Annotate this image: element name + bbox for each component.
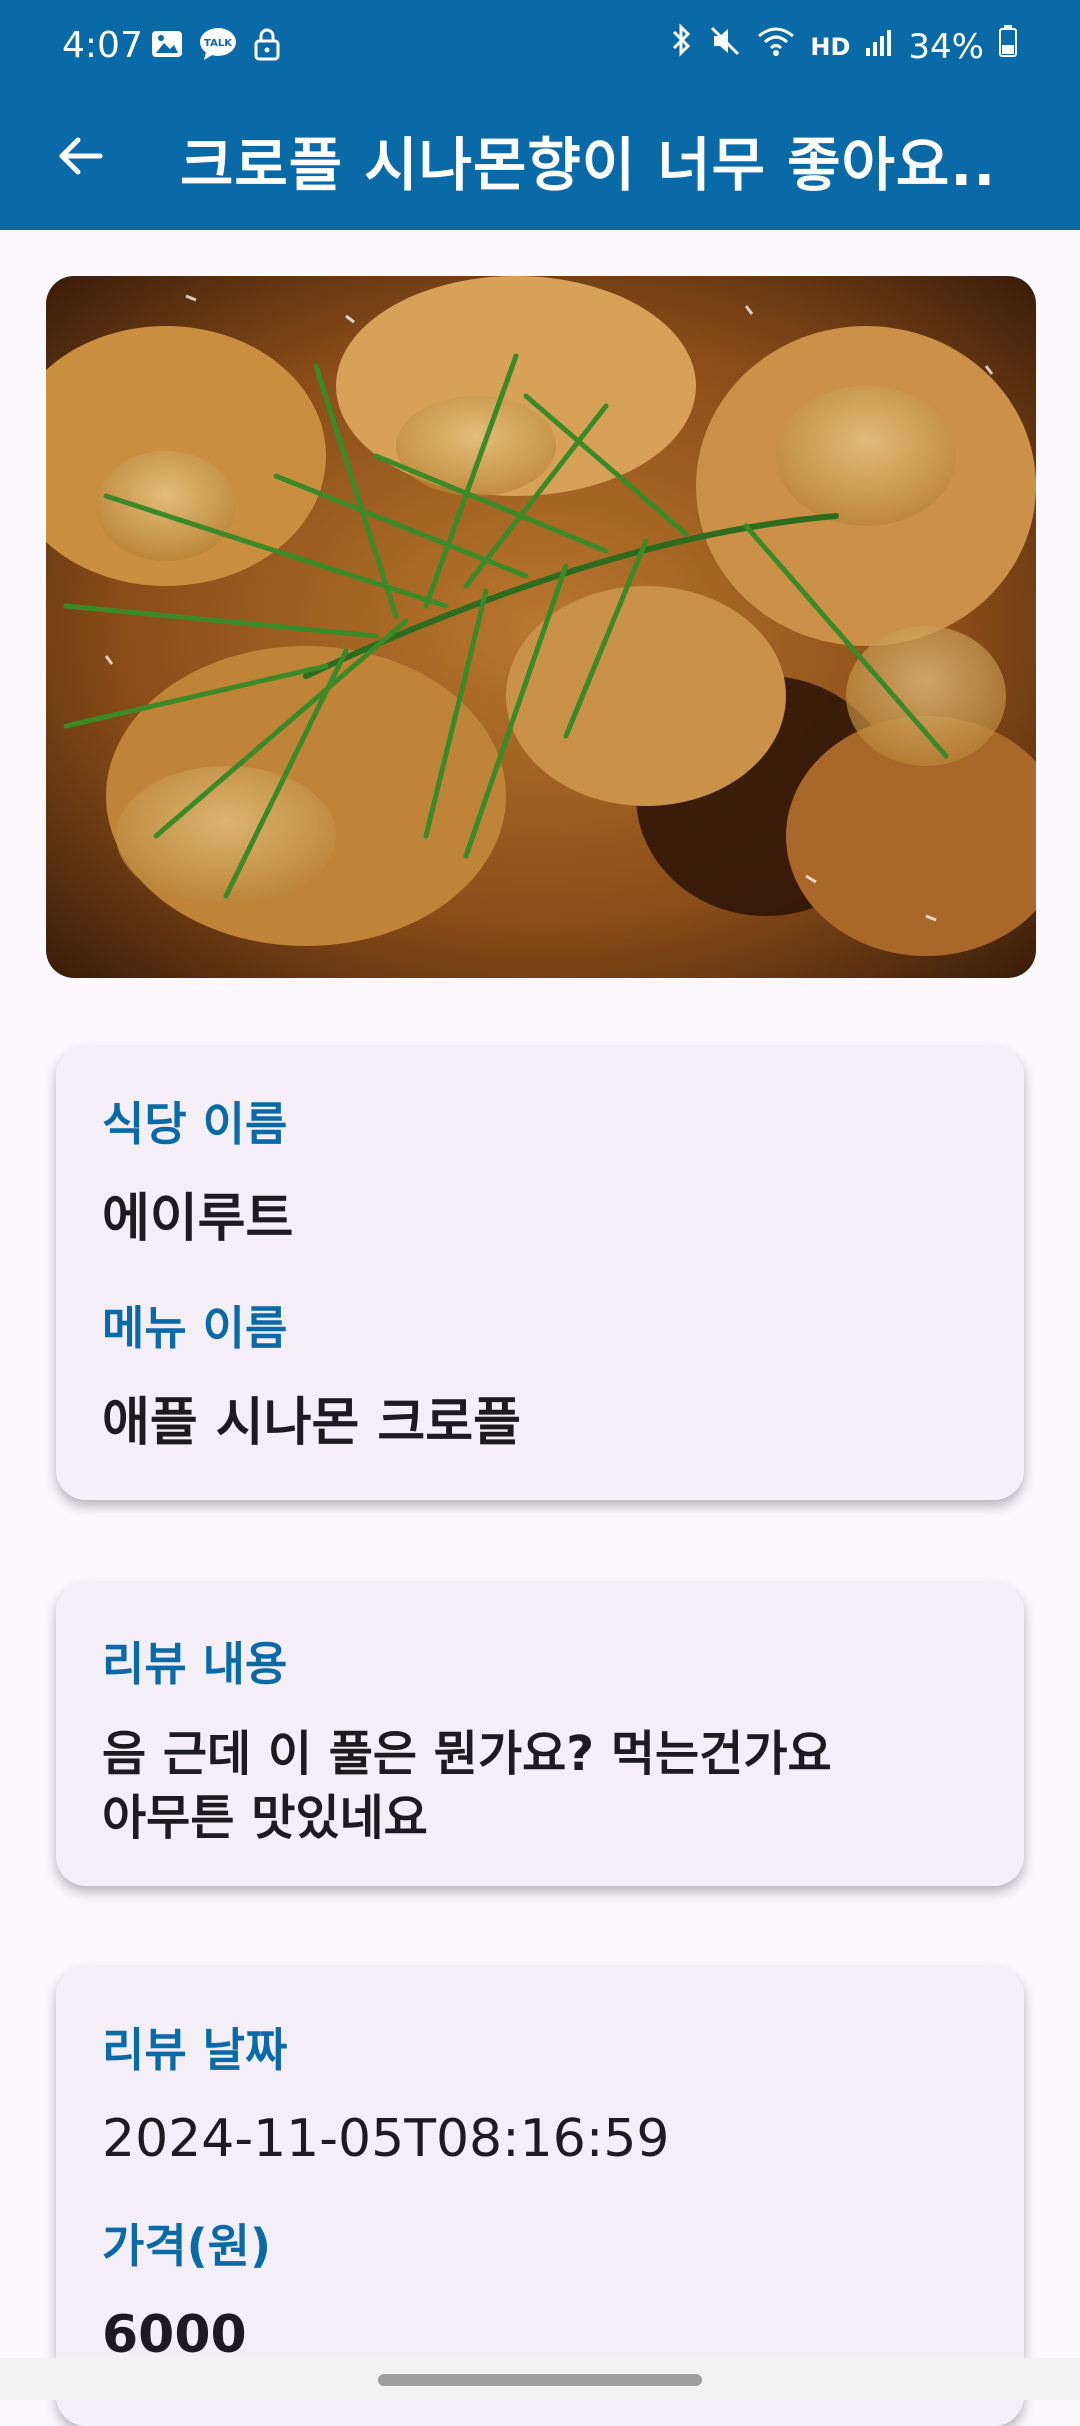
meta-card: 리뷰 날짜 2024-11-05T08:16:59 가격(원) 6000: [56, 1966, 1024, 2426]
status-time: 4:07: [62, 25, 143, 66]
page-title: 크로플 시나몬향이 너무 좋아요..: [180, 131, 997, 199]
review-content: 음 근데 이 풀은 뭔가요? 먹는건가요 아무튼 맛있네요: [102, 1726, 832, 1846]
review-photo: [46, 276, 1036, 978]
review-label: 리뷰 내용: [102, 1637, 288, 1691]
arrow-back-icon: [54, 130, 106, 186]
hd-voice-icon: HD: [810, 32, 851, 61]
lock-icon: [252, 26, 282, 66]
home-gesture-handle[interactable]: [378, 2374, 702, 2386]
bluetooth-icon: [668, 22, 694, 71]
review-card: 리뷰 내용 음 근데 이 풀은 뭔가요? 먹는건가요 아무튼 맛있네요: [56, 1582, 1024, 1886]
status-bar: 4:07 TALK HD 34%: [0, 0, 1080, 92]
review-date-label: 리뷰 날짜: [102, 2023, 288, 2077]
review-date-value: 2024-11-05T08:16:59: [102, 2109, 670, 2169]
image-icon: [150, 27, 184, 65]
menu-value: 애플 시나몬 크로플: [102, 1393, 521, 1453]
price-label: 가격(원): [102, 2219, 272, 2273]
menu-label: 메뉴 이름: [102, 1301, 288, 1355]
mute-icon: [708, 23, 742, 71]
status-left-icons: TALK: [150, 26, 282, 66]
svg-text:TALK: TALK: [204, 38, 233, 49]
signal-icon: [864, 23, 894, 71]
status-right: HD 34%: [668, 22, 1018, 71]
back-button[interactable]: [44, 122, 116, 194]
battery-percent: 34%: [908, 26, 984, 67]
restaurant-label: 식당 이름: [102, 1097, 288, 1151]
restaurant-value: 에이루트: [102, 1189, 294, 1249]
wifi-icon: [756, 23, 796, 71]
details-card: 식당 이름 에이루트 메뉴 이름 애플 시나몬 크로플: [56, 1046, 1024, 1500]
battery-icon: [998, 23, 1018, 71]
talk-icon: TALK: [198, 26, 238, 66]
app-bar: 크로플 시나몬향이 너무 좋아요..: [0, 92, 1080, 230]
